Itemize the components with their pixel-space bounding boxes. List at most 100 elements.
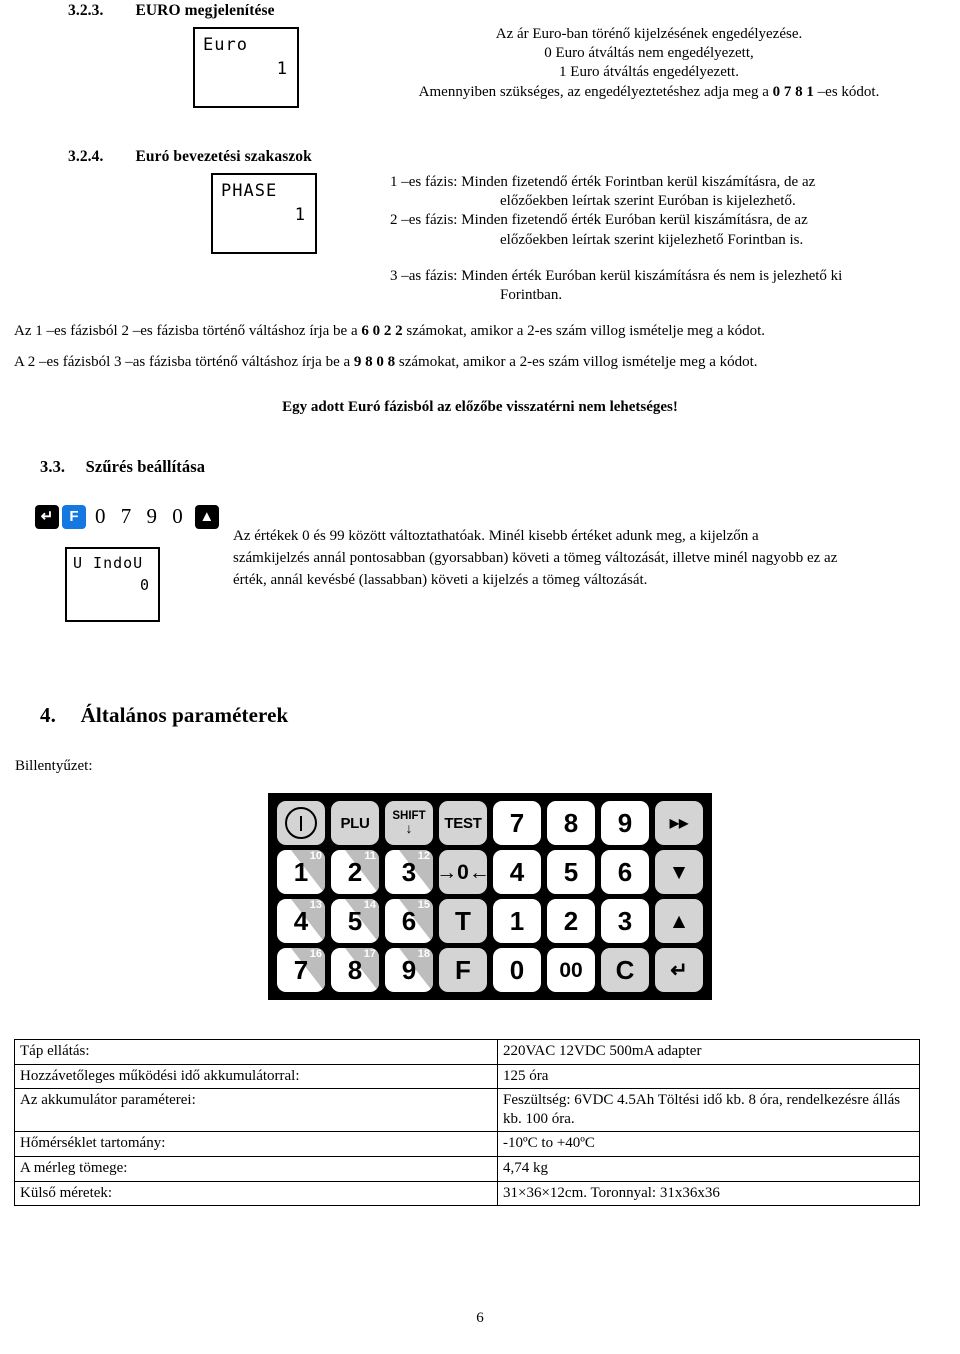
keypad-key-1[interactable]: 1 — [493, 899, 541, 943]
keypad-key-1[interactable]: 10 1 — [277, 850, 325, 894]
keypad-key-2[interactable]: 2 — [547, 899, 595, 943]
lcd-window-top-text: U IndoU — [73, 554, 144, 572]
keypad-key-9[interactable]: 9 — [601, 801, 649, 845]
heading-4-title: Általános paraméterek — [80, 703, 289, 727]
lcd-phase-top-text: PHASE — [221, 181, 278, 201]
keypad-key-8[interactable]: 17 8 — [331, 948, 379, 992]
f-key-icon[interactable]: F — [62, 504, 86, 529]
enter-key-icon[interactable]: ↵ — [35, 504, 59, 529]
euro-desc-line-2: 0 Euro átváltás nem engedélyezett, — [544, 45, 754, 62]
lcd-euro-bottom-text: 1 — [276, 59, 288, 79]
lcd-window-bottom-text: 0 — [139, 576, 150, 594]
phase-3-lead: 3 –as fázis: Minden érték Euróban kerül … — [390, 267, 843, 284]
euro-desc-code-line: Amennyiben szükséges, az engedélyeztetés… — [356, 83, 942, 102]
keypad-key-4[interactable]: 13 4 — [277, 899, 325, 943]
keypad-key-5[interactable]: 14 5 — [331, 899, 379, 943]
keypad-key-0[interactable]: 0 — [493, 948, 541, 992]
keypad-key-8[interactable]: 8 — [547, 801, 595, 845]
keypad-key-[interactable]: ▶▶ — [655, 801, 703, 845]
spec-key-cell: Külső méretek: — [14, 1180, 498, 1207]
keypad-key-2[interactable]: 11 2 — [331, 850, 379, 894]
keypad-key-9[interactable]: 18 9 — [385, 948, 433, 992]
table-row: A mérleg tömege: 4,74 kg — [14, 1155, 920, 1182]
spec-key-cell: A mérleg tömege: — [14, 1155, 498, 1182]
key-label: ▼ — [668, 860, 690, 884]
keypad-key-0[interactable]: →0← — [439, 850, 487, 894]
key-label: 1 — [293, 857, 309, 887]
key-label: 9 — [401, 955, 417, 985]
key-label: 1 — [509, 906, 525, 936]
key-label: 6 — [401, 906, 417, 936]
filter-code-digits: 0 7 9 0 — [95, 504, 188, 528]
keypad-key-00[interactable]: 00 — [547, 948, 595, 992]
keypad-key-6[interactable]: 6 — [601, 850, 649, 894]
keypad-key-3[interactable]: 3 — [601, 899, 649, 943]
keypad-key-c[interactable]: C — [601, 948, 649, 992]
keypad-row: 16 7 17 8 18 9 F 0 00 C ↵ — [277, 948, 703, 992]
keypad-key-t[interactable]: T — [439, 899, 487, 943]
key-label: 7 — [293, 955, 309, 985]
table-row: Táp ellátás: 220VAC 12VDC 500mA adapter — [14, 1039, 920, 1065]
spec-value-cell: -10ºC to +40ºC — [497, 1131, 920, 1157]
keypad-key-shift[interactable]: SHIFT ↓ — [385, 801, 433, 845]
keypad-key-[interactable]: ↵ — [655, 948, 703, 992]
keypad-key-test[interactable]: TEST — [439, 801, 487, 845]
key-label: 8 — [563, 808, 579, 838]
switch-phase-2-to-3: A 2 –es fázisból 3 –as fázisba történő v… — [14, 353, 946, 372]
heading-3-2-3: 3.2.3. EURO megjelenítése — [68, 2, 275, 20]
key-superscript-number: 15 — [417, 899, 430, 911]
keypad-key-plu[interactable]: PLU — [331, 801, 379, 845]
key-label: 8 — [347, 955, 363, 985]
filter-key-sequence: ↵ F 0 7 9 0 ▲ — [35, 504, 219, 529]
spec-value-cell: 220VAC 12VDC 500mA adapter — [497, 1039, 920, 1065]
keypad-key-4[interactable]: 4 — [493, 850, 541, 894]
euro-desc-line-1: Az ár Euro-ban törénő kijelzésének enged… — [495, 26, 803, 42]
key-superscript-number: 18 — [417, 948, 430, 960]
switch-phase-1-to-2: Az 1 –es fázisból 2 –es fázisba történő … — [14, 322, 946, 341]
table-row: Hőmérséklet tartomány: -10ºC to +40ºC — [14, 1131, 920, 1157]
keypad-key-6[interactable]: 15 6 — [385, 899, 433, 943]
document-page: 3.2.3. EURO megjelenítése Euro 1 Az ár E… — [0, 0, 960, 1354]
key-label: F — [455, 955, 471, 985]
switch23-code: 9 8 0 8 — [353, 354, 396, 370]
phase-3: 3 –as fázis: Minden érték Euróban kerül … — [390, 267, 950, 305]
keypad-key-3[interactable]: 12 3 — [385, 850, 433, 894]
shift-label-stack: SHIFT ↓ — [392, 810, 425, 835]
key-label: C — [615, 955, 635, 985]
keypad-key-7[interactable]: 7 — [493, 801, 541, 845]
keypad-image: PLU SHIFT ↓ TEST 7 8 9 ▶▶ 10 1 11 2 12 3 →0← 4 5 6 ▼ 13 4 14 5… — [268, 793, 712, 1000]
spec-key-cell: Hozzávetőleges működési idő akkumulátorr… — [14, 1063, 498, 1090]
spec-value-cell: 4,74 kg — [497, 1155, 920, 1182]
key-label: 3 — [617, 906, 633, 936]
key-label: 6 — [617, 857, 633, 887]
page-number: 6 — [476, 1310, 484, 1326]
euro-desc-line-3: 1 Euro átváltás engedélyezett. — [559, 64, 739, 81]
keypad-key-f[interactable]: F — [439, 948, 487, 992]
phase-2-cont: előzőekben leírtak szerint kijelezhető F… — [500, 231, 804, 248]
lcd-euro-top-text: Euro — [203, 35, 248, 55]
heading-3-3: 3.3. Szűrés beállítása — [40, 457, 205, 477]
filter-description: Az értékek 0 és 99 között változtathatóa… — [233, 528, 838, 588]
phase-1-lead: 1 –es fázis: Minden fizetendő érték Fori… — [390, 174, 816, 190]
keypad-key-power[interactable] — [277, 801, 325, 845]
key-label: 5 — [563, 857, 579, 887]
euro-code-value: 0 7 8 1 — [772, 83, 814, 100]
key-superscript-number: 16 — [309, 948, 322, 960]
key-label: 4 — [293, 906, 309, 936]
lcd-display-phase: PHASE 1 — [211, 173, 317, 254]
key-label: 2 — [563, 906, 579, 936]
lcd-phase-bottom-text: 1 — [294, 205, 306, 225]
keypad-key-[interactable]: ▲ — [655, 899, 703, 943]
key-superscript-number: 13 — [309, 899, 322, 911]
keypad-key-5[interactable]: 5 — [547, 850, 595, 894]
keypad-key-[interactable]: ▼ — [655, 850, 703, 894]
key-label: 00 — [559, 958, 583, 982]
up-arrow-key-icon[interactable]: ▲ — [194, 504, 219, 529]
key-label: PLU — [340, 814, 370, 832]
phase-2-lead: 2 –es fázis: Minden fizetendő érték Euró… — [390, 212, 808, 229]
heading-4: 4. Általános paraméterek — [40, 703, 288, 728]
keypad-key-7[interactable]: 16 7 — [277, 948, 325, 992]
spec-key-cell: Az akkumulátor paraméterei: — [14, 1088, 498, 1133]
euro-code-prefix: Amennyiben szükséges, az engedélyeztetés… — [418, 83, 773, 100]
keypad-row: 13 4 14 5 15 6 T 1 2 3 ▲ — [277, 899, 703, 943]
